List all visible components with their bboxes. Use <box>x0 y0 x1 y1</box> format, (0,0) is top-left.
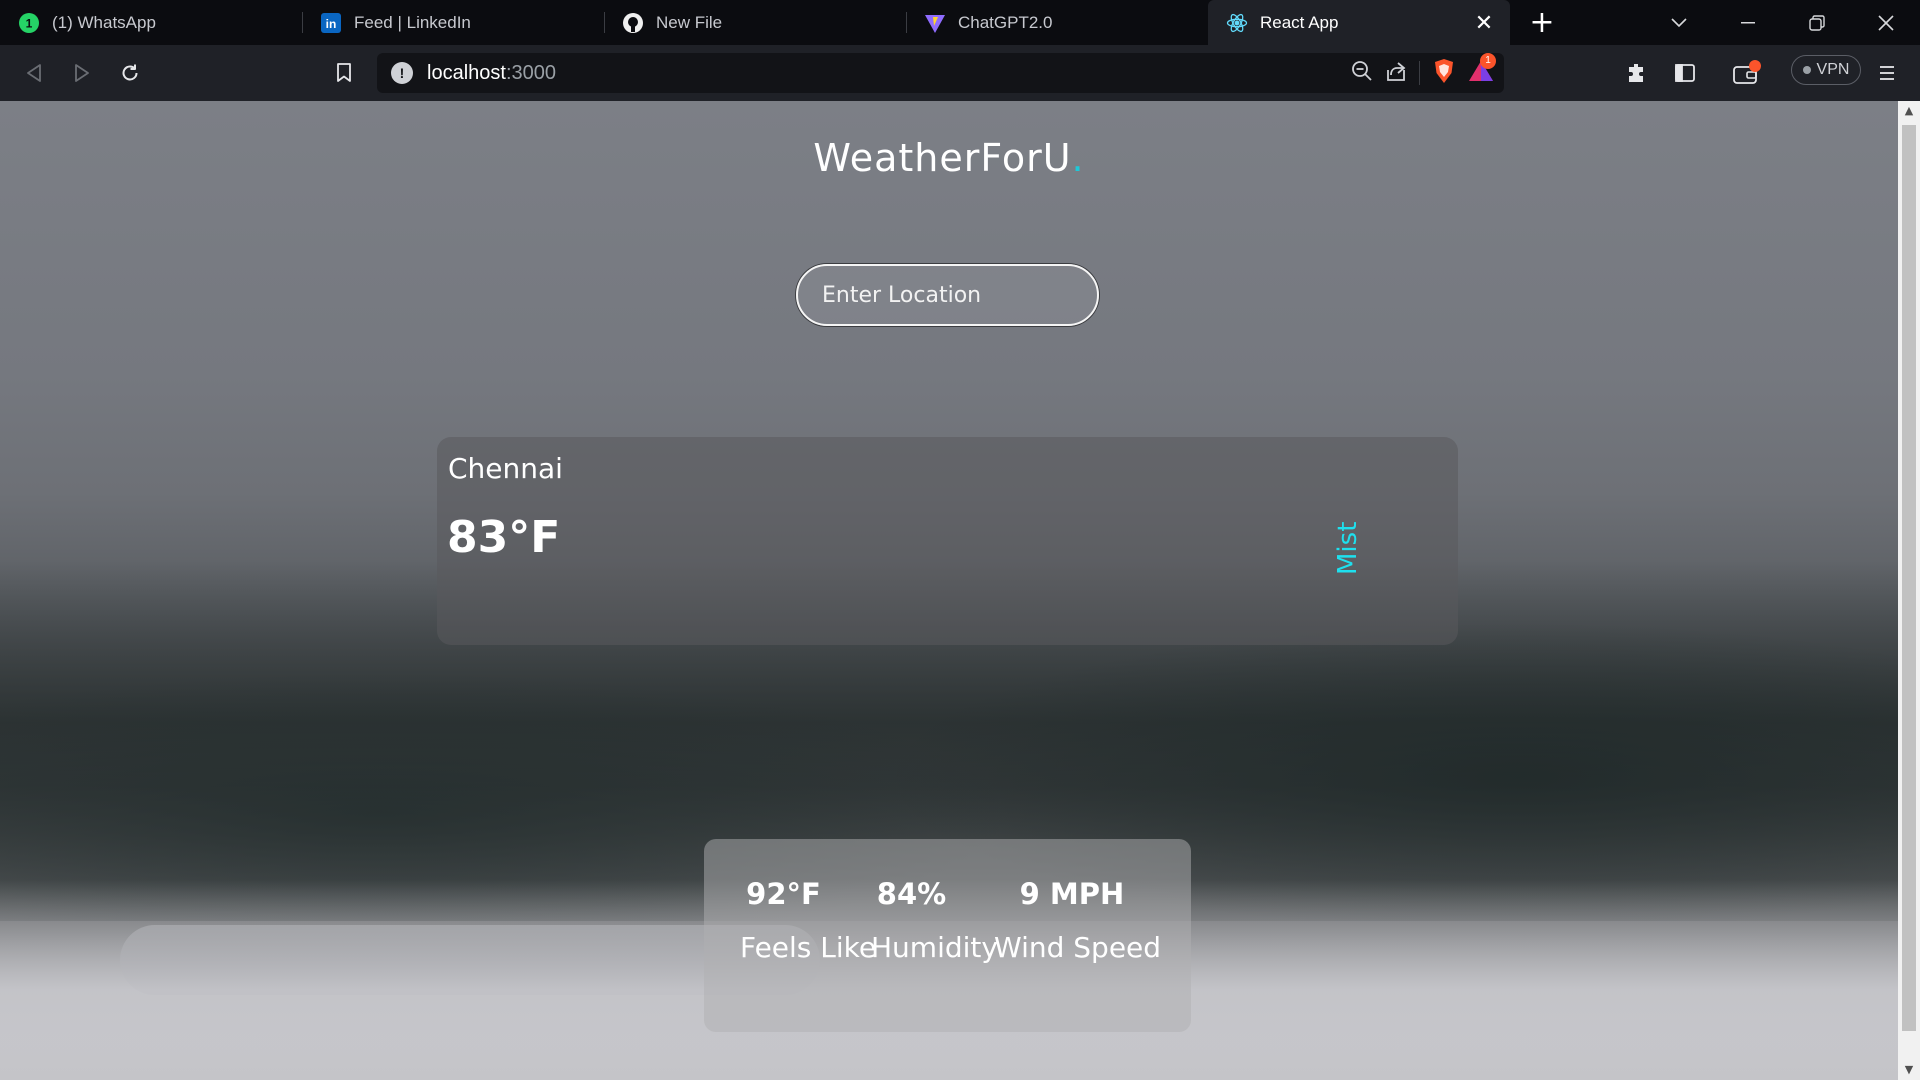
tab-title: ChatGPT2.0 <box>958 12 1053 32</box>
scrollbar-thumb[interactable] <box>1902 125 1916 1031</box>
notification-badge: 1 <box>1480 53 1496 69</box>
share-icon[interactable] <box>1385 60 1407 86</box>
location-search-input[interactable] <box>796 264 1099 326</box>
reload-icon[interactable] <box>106 49 154 97</box>
weather-description: Mist <box>1333 521 1363 575</box>
feels-like-label: Feels Like <box>740 931 877 964</box>
brave-shields-icon[interactable] <box>1432 58 1456 88</box>
svg-text:1: 1 <box>26 16 33 30</box>
wallet-icon[interactable] <box>1723 49 1771 97</box>
vpn-button[interactable]: VPN <box>1791 55 1861 85</box>
back-icon[interactable] <box>10 49 58 97</box>
app-title: WeatherForU. <box>813 136 1085 180</box>
feels-like-stat: 92°F Feels Like <box>740 877 877 964</box>
react-icon <box>1226 12 1248 34</box>
linkedin-icon: in <box>320 12 342 34</box>
tab-title: New File <box>656 12 723 32</box>
whatsapp-icon: 1 <box>18 12 40 34</box>
sidebar-icon[interactable] <box>1661 49 1709 97</box>
tab-search-icon[interactable] <box>1644 0 1713 45</box>
address-bar[interactable]: ! localhost:3000 1 <box>377 53 1504 93</box>
tab-title: (1) WhatsApp <box>52 12 156 32</box>
brave-rewards-icon[interactable]: 1 <box>1468 53 1496 87</box>
tab-strip: 1 (1) WhatsApp in Feed | LinkedIn New Fi… <box>0 0 1920 45</box>
zoom-icon[interactable] <box>1351 60 1373 86</box>
menu-icon[interactable] <box>1863 49 1911 97</box>
tab-chatgpt[interactable]: ChatGPT2.0 <box>906 0 1208 45</box>
weather-details-card: 92°F Feels Like 84% Humidity 9 MPH Wind … <box>704 839 1191 1032</box>
temperature: 83°F <box>447 512 561 563</box>
humidity-stat: 84% Humidity <box>871 877 998 964</box>
wind-speed-value: 9 MPH <box>1019 877 1125 911</box>
tab-github[interactable]: New File <box>604 0 906 45</box>
tab-linkedin[interactable]: in Feed | LinkedIn <box>302 0 604 45</box>
vpn-status-dot <box>1802 66 1811 74</box>
toolbar-divider <box>1419 61 1420 85</box>
vpn-label: VPN <box>1816 61 1850 78</box>
tab-title: Feed | LinkedIn <box>354 12 471 32</box>
tab-title: React App <box>1260 12 1339 32</box>
scroll-up-icon[interactable]: ▲ <box>1898 101 1920 121</box>
extensions-icon[interactable] <box>1613 49 1661 97</box>
wind-speed-stat: 9 MPH Wind Speed <box>994 877 1162 964</box>
browser-toolbar: ! localhost:3000 1 VPN <box>0 45 1920 101</box>
humidity-label: Humidity <box>871 931 998 964</box>
humidity-value: 84% <box>876 877 947 911</box>
page-scrollbar[interactable]: ▲ ▼ <box>1898 101 1920 1080</box>
url-text[interactable]: localhost:3000 <box>427 62 556 85</box>
vite-icon <box>924 12 946 34</box>
feels-like-value: 92°F <box>746 877 821 911</box>
minimize-icon[interactable] <box>1713 0 1782 45</box>
new-tab-button[interactable]: + <box>1510 0 1574 45</box>
forward-icon[interactable] <box>58 49 106 97</box>
github-icon <box>622 12 644 34</box>
tab-react-app[interactable]: React App ✕ <box>1208 0 1510 45</box>
svg-text:in: in <box>326 17 337 31</box>
current-weather-card: Chennai 83°F Mist <box>437 437 1458 645</box>
city-name: Chennai <box>448 452 563 485</box>
wind-speed-label: Wind Speed <box>994 931 1162 964</box>
tab-whatsapp[interactable]: 1 (1) WhatsApp <box>0 0 302 45</box>
restore-icon[interactable] <box>1782 0 1851 45</box>
close-tab-icon[interactable]: ✕ <box>1474 11 1494 33</box>
weather-app-page: WeatherForU. Chennai 83°F Mist 92°F Feel… <box>0 101 1898 1080</box>
close-window-icon[interactable] <box>1851 0 1920 45</box>
bookmark-icon[interactable] <box>320 49 368 97</box>
scroll-down-icon[interactable]: ▼ <box>1898 1060 1920 1080</box>
site-info-icon[interactable]: ! <box>391 62 413 84</box>
